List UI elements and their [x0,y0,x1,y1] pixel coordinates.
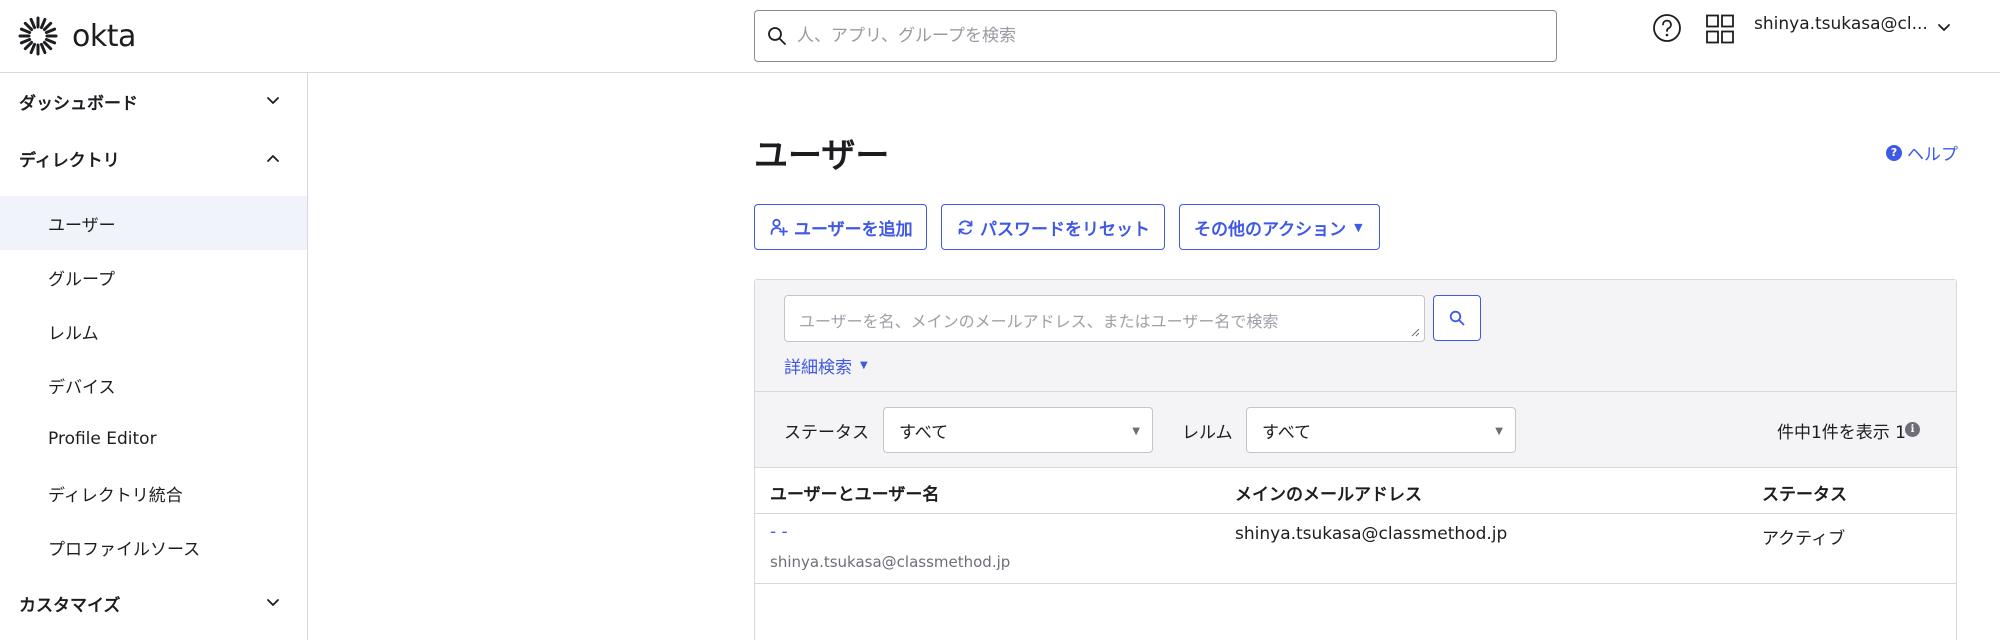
status-filter-value: すべて [899,422,949,443]
resize-grip-icon[interactable] [1410,327,1420,337]
sidebar-section-dashboard[interactable]: ダッシュボード [0,73,307,129]
sidebar-item-label: グループ [48,269,115,290]
sidebar-item-label: レルム [48,323,99,344]
search-area: 詳細検索 ▼ [755,280,1956,392]
global-search-box[interactable] [754,10,1557,62]
sidebar-item-profile-editor[interactable]: Profile Editor [0,412,307,466]
sidebar-item-devices[interactable]: デバイス [0,358,307,412]
sidebar-item-label: Profile Editor [48,429,157,449]
sidebar-section-customize[interactable]: カスタマイズ [0,575,307,631]
okta-logo[interactable]: okta [18,14,136,58]
realm-filter-select[interactable]: すべて ▼ [1246,407,1516,453]
sidebar-section-label: カスタマイズ [19,595,121,616]
sidebar: ダッシュボード ディレクトリ ユーザー グループ レルム デバイス Profil… [0,73,308,640]
column-header-status: ステータス [1762,485,1847,505]
global-search-input[interactable] [797,26,1517,46]
users-panel: 詳細検索 ▼ ステータス すべて ▼ レルム すべて ▼ 件中1件を表示 1 i… [754,279,1957,640]
status-filter-select[interactable]: すべて ▼ [883,407,1153,453]
header-divider [755,513,1956,514]
add-person-icon [770,218,788,236]
logo-text: okta [72,18,136,54]
realm-filter-label: レルム [1182,423,1233,443]
caret-down-icon: ▼ [860,360,868,371]
chevron-down-icon [267,599,279,606]
top-bar: okta shinya.tsukasa@cl... [0,0,2000,73]
add-user-button[interactable]: ユーザーを追加 [754,204,927,250]
user-status: アクティブ [1762,529,1846,549]
more-actions-label: その他のアクション [1194,219,1347,240]
sidebar-item-label: デバイス [48,377,116,398]
help-label: ヘルプ [1907,145,1958,165]
sidebar-item-profile-sources[interactable]: プロファイルソース [0,520,307,574]
sidebar-item-label: ディレクトリ統合 [48,485,183,506]
user-name: shinya.tsukasa@cl... [1754,14,1928,34]
add-user-label: ユーザーを追加 [794,219,913,240]
sidebar-item-label: ユーザー [48,215,116,236]
more-actions-button[interactable]: その他のアクション ▼ [1179,204,1380,250]
sidebar-section-label: ダッシュボード [19,93,138,114]
sidebar-item-users[interactable]: ユーザー [0,196,307,250]
chevron-down-icon [1938,24,1950,31]
refresh-icon [958,219,973,235]
sidebar-item-groups[interactable]: グループ [0,250,307,304]
user-search-button[interactable] [1433,295,1481,341]
advanced-search-toggle[interactable]: 詳細検索 ▼ [784,353,868,378]
reset-password-button[interactable]: パスワードをリセット [941,204,1165,250]
help-link[interactable]: ? ヘルプ [1886,140,1958,165]
okta-sunburst-icon [18,16,58,56]
realm-filter-value: すべて [1262,422,1312,443]
row-divider [755,583,1956,584]
select-arrow-icon: ▼ [1132,426,1140,437]
select-arrow-icon: ▼ [1495,426,1503,437]
page-title: ユーザー [754,136,890,176]
search-icon [1449,310,1465,326]
user-login: shinya.tsukasa@classmethod.jp [770,553,1011,571]
user-search-input[interactable] [785,296,1405,336]
sidebar-section-directory[interactable]: ディレクトリ [0,130,307,186]
status-filter-label: ステータス [784,423,869,443]
chevron-up-icon [267,155,279,162]
user-search-box[interactable] [784,295,1425,342]
chevron-down-icon [267,97,279,104]
result-count: 件中1件を表示 1 [1776,423,1906,443]
search-icon [768,27,786,45]
help-icon[interactable] [1652,13,1682,43]
user-email: shinya.tsukasa@classmethod.jp [1235,524,1508,544]
column-header-user: ユーザーとユーザー名 [770,485,940,505]
apps-grid-icon[interactable] [1706,14,1734,44]
user-menu[interactable]: shinya.tsukasa@cl... [1754,12,1950,52]
column-header-email: メインのメールアドレス [1235,485,1422,505]
sidebar-item-directory-integrations[interactable]: ディレクトリ統合 [0,466,307,520]
info-icon[interactable]: i [1905,422,1920,437]
user-name-link[interactable]: - - [770,522,788,542]
sidebar-item-realms[interactable]: レルム [0,304,307,358]
advanced-search-label: 詳細検索 [784,358,852,378]
sidebar-section-label: ディレクトリ [19,150,120,171]
caret-down-icon: ▼ [1354,220,1363,234]
question-icon: ? [1886,144,1902,161]
reset-password-label: パスワードをリセット [980,219,1150,240]
filter-area: ステータス すべて ▼ レルム すべて ▼ 件中1件を表示 1 i [755,392,1956,468]
sidebar-item-label: プロファイルソース [48,539,201,560]
